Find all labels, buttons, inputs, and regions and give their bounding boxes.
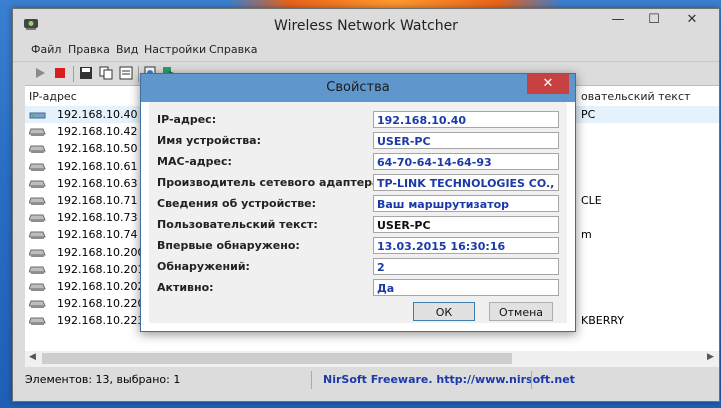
cancel-button[interactable]: Отмена (489, 302, 553, 321)
column-header-ip[interactable]: IP-адрес (29, 90, 77, 103)
scroll-right-icon[interactable]: ▶ (707, 352, 714, 362)
row-ip: 192.168.10.50 (57, 142, 138, 156)
toolbar-separator (73, 66, 74, 82)
play-icon[interactable] (33, 66, 47, 80)
column-header-user-text[interactable]: овательский текст (581, 90, 690, 103)
stop-icon[interactable] (53, 66, 67, 80)
computer-icon (29, 214, 46, 223)
field-value[interactable]: 192.168.10.40 (373, 111, 559, 128)
dialog-close-button[interactable]: ✕ (527, 74, 569, 94)
field-value[interactable]: TP-LINK TECHNOLOGIES CO., LT (373, 174, 559, 191)
row-user-text: PC (581, 108, 596, 121)
row-user-text: KBERRY (581, 314, 625, 328)
computer-icon (29, 249, 46, 257)
title-bar[interactable]: Wireless Network Watcher — ☐ ✕ (13, 9, 719, 41)
row-user-text: m (581, 228, 592, 242)
copy-icon[interactable] (99, 66, 113, 80)
field-value[interactable]: 64-70-64-14-64-93 (373, 153, 559, 170)
toolbar-separator (138, 66, 139, 82)
menu-bar: Файл Правка Вид Настройки Справка (13, 41, 719, 59)
status-link[interactable]: NirSoft Freeware. http://www.nirsoft.net (323, 373, 575, 386)
properties-dialog: Свойства ✕ IP-адрес: 192.168.10.40 Имя уст… (140, 73, 576, 332)
menu-file[interactable]: Файл (31, 43, 61, 56)
row-ip: 192.168.10.201 (57, 262, 145, 276)
row-ip: 192.168.10.74 (57, 228, 138, 242)
status-count: Элементов: 13, выбрано: 1 (25, 373, 181, 386)
menu-view[interactable]: Вид (116, 43, 138, 56)
dialog-title-bar[interactable]: Свойства ✕ (141, 74, 575, 102)
save-icon[interactable] (79, 66, 93, 80)
field-label: Обнаружений: (157, 260, 250, 273)
properties-icon[interactable] (119, 66, 133, 80)
row-ip: 192.168.10.220 (57, 297, 145, 311)
close-button[interactable]: ✕ (675, 9, 709, 31)
field-label: Производитель сетевого адаптера: (157, 176, 384, 189)
row-ip: 192.168.10.40 (57, 108, 138, 121)
computer-icon (29, 163, 46, 171)
field-value[interactable]: USER-PC (373, 132, 559, 149)
scroll-left-icon[interactable]: ◀ (29, 352, 36, 362)
menu-edit[interactable]: Правка (68, 43, 110, 56)
row-ip: 192.168.10.71 (57, 194, 138, 207)
field-value[interactable]: Да (373, 279, 559, 296)
row-ip: 192.168.10.73 (57, 211, 138, 225)
row-user-text: CLE (581, 194, 602, 207)
field-label: MAC-адрес: (157, 155, 232, 168)
computer-icon (29, 145, 46, 154)
computer-icon (29, 180, 46, 188)
field-label: IP-адрес: (157, 113, 217, 126)
status-divider (531, 371, 532, 389)
ok-button[interactable]: ОК (413, 302, 475, 321)
computer-icon (29, 283, 46, 291)
field-label: Пользовательский текст: (157, 218, 318, 231)
computer-icon (29, 128, 46, 137)
computer-icon (29, 300, 46, 309)
row-ip: 192.168.10.223 (57, 314, 145, 328)
field-label: Сведения об устройстве: (157, 197, 317, 210)
row-ip: 192.168.10.61 (57, 159, 138, 173)
field-label: Впервые обнаружено: (157, 239, 300, 252)
minimize-button[interactable]: — (601, 9, 635, 31)
scroll-thumb[interactable] (42, 353, 512, 364)
field-value[interactable]: 2 (373, 258, 559, 275)
status-divider (311, 371, 312, 389)
maximize-button[interactable]: ☐ (637, 9, 671, 31)
status-bar: Элементов: 13, выбрано: 1 NirSoft Freewa… (13, 369, 719, 391)
row-ip: 192.168.10.63 (57, 176, 138, 190)
computer-icon (29, 266, 46, 274)
router-icon (29, 112, 46, 119)
field-value[interactable]: Ваш маршрутизатор (373, 195, 559, 212)
menu-settings[interactable]: Настройки (144, 43, 206, 56)
field-value[interactable]: 13.03.2015 16:30:16 (373, 237, 559, 254)
field-value[interactable]: USER-PC (373, 216, 559, 233)
dialog-body: IP-адрес: 192.168.10.40 Имя устройства: USE… (149, 102, 567, 323)
row-ip: 192.168.10.202 (57, 280, 145, 293)
row-ip: 192.168.10.200 (57, 245, 145, 259)
field-label: Имя устройства: (157, 134, 261, 147)
menu-help[interactable]: Справка (209, 43, 257, 56)
computer-icon (29, 197, 46, 205)
field-label: Активно: (157, 281, 214, 294)
computer-icon (29, 231, 46, 240)
computer-icon (29, 317, 46, 326)
row-ip: 192.168.10.42 (57, 125, 138, 139)
dialog-title: Свойства (326, 80, 390, 95)
horizontal-scrollbar[interactable]: ◀ ▶ (25, 351, 719, 367)
